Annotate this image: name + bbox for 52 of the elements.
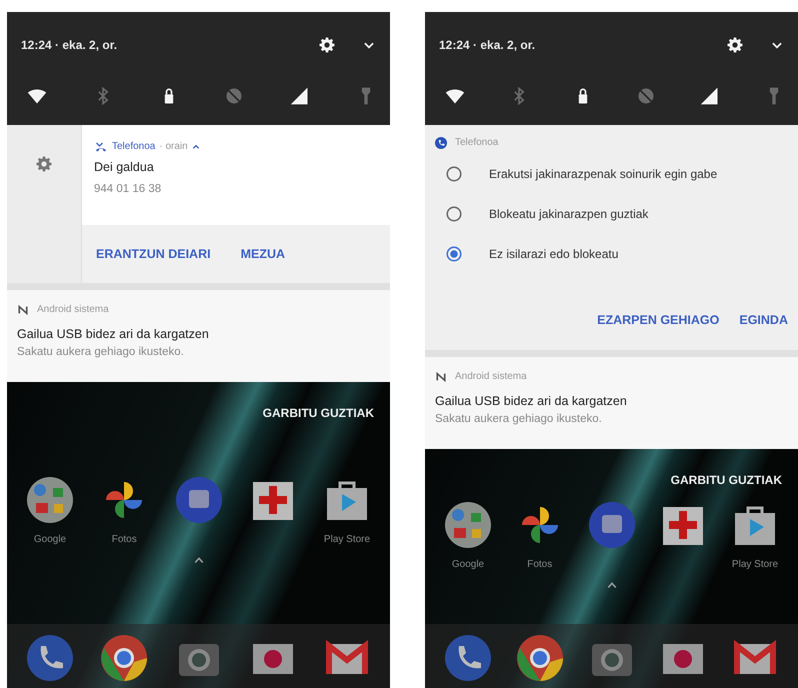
radio-button[interactable] bbox=[445, 165, 463, 183]
radio-button[interactable] bbox=[445, 245, 463, 263]
app-label: Google bbox=[34, 533, 66, 547]
radio-button[interactable] bbox=[445, 205, 463, 223]
app-name: Android sistema bbox=[37, 303, 109, 317]
app-label: Google bbox=[452, 558, 484, 572]
chat-icon[interactable] bbox=[174, 476, 222, 524]
crossed-circle-icon[interactable] bbox=[636, 86, 656, 106]
signal-icon[interactable] bbox=[700, 86, 720, 106]
chat-icon[interactable] bbox=[588, 501, 636, 549]
action-button[interactable]: EZARPEN GEHIAGO bbox=[595, 307, 722, 334]
missed-call-icon bbox=[94, 140, 108, 152]
action-button[interactable]: ERANTZUN DEIARI bbox=[94, 240, 213, 268]
option-label: Erakutsi jakinarazpenak soinurik egin gabe bbox=[489, 166, 718, 183]
app-icon bbox=[435, 372, 447, 382]
phone-icon bbox=[435, 136, 447, 148]
notification-text: Sakatu aukera gehiago ikusteko. bbox=[435, 412, 603, 427]
phone-icon[interactable] bbox=[26, 634, 74, 682]
notification-title: Gailua USB bidez ari da kargatzen bbox=[435, 393, 628, 410]
notification-title: Dei galdua bbox=[94, 159, 155, 176]
chevron-up-icon[interactable] bbox=[192, 142, 200, 150]
date-time-text: 12:24 · eka. 2, or. bbox=[21, 36, 118, 54]
folder-icon[interactable] bbox=[26, 476, 74, 524]
notification-text: Sakatu aukera gehiago ikusteko. bbox=[17, 344, 185, 360]
settings-icon[interactable] bbox=[726, 36, 744, 54]
action-button[interactable]: MEZUA bbox=[238, 240, 288, 268]
app-name: Telefonoa bbox=[455, 136, 498, 150]
option-label: Blokeatu jakinarazpen guztiak bbox=[489, 206, 648, 223]
notification-time: · orain bbox=[159, 140, 188, 154]
app-label: Play Store bbox=[324, 533, 370, 547]
date-time-text: 12:24 · eka. 2, or. bbox=[439, 36, 536, 54]
chevron-up-icon[interactable] bbox=[192, 555, 204, 565]
signal-icon[interactable] bbox=[290, 86, 310, 106]
settings-icon[interactable] bbox=[318, 36, 336, 54]
app-name: Android sistema bbox=[455, 370, 527, 384]
clear-all-button[interactable]: GARBITU GUZTIAK bbox=[258, 400, 378, 426]
chevron-up-icon[interactable] bbox=[606, 580, 618, 590]
folder-icon[interactable] bbox=[444, 501, 492, 549]
notification-title: Gailua USB bidez ari da kargatzen bbox=[17, 326, 210, 343]
app-label: Play Store bbox=[732, 558, 778, 572]
phone-number: 944 01 16 38 bbox=[94, 182, 162, 197]
app-icon bbox=[17, 304, 29, 314]
browser-icon[interactable] bbox=[100, 634, 148, 682]
clear-all-button[interactable]: GARBITU GUZTIAK bbox=[666, 467, 786, 493]
app-label: Fotos bbox=[527, 558, 552, 572]
action-button[interactable]: EGINDA bbox=[737, 307, 790, 334]
phone-icon[interactable] bbox=[444, 634, 492, 682]
app-name: Telefonoa bbox=[112, 140, 156, 154]
browser-icon[interactable] bbox=[516, 634, 564, 682]
crossed-circle-icon[interactable] bbox=[224, 86, 244, 106]
option-label: Ez isilarazi edo blokeatu bbox=[489, 246, 618, 263]
app-label: Fotos bbox=[112, 533, 137, 547]
